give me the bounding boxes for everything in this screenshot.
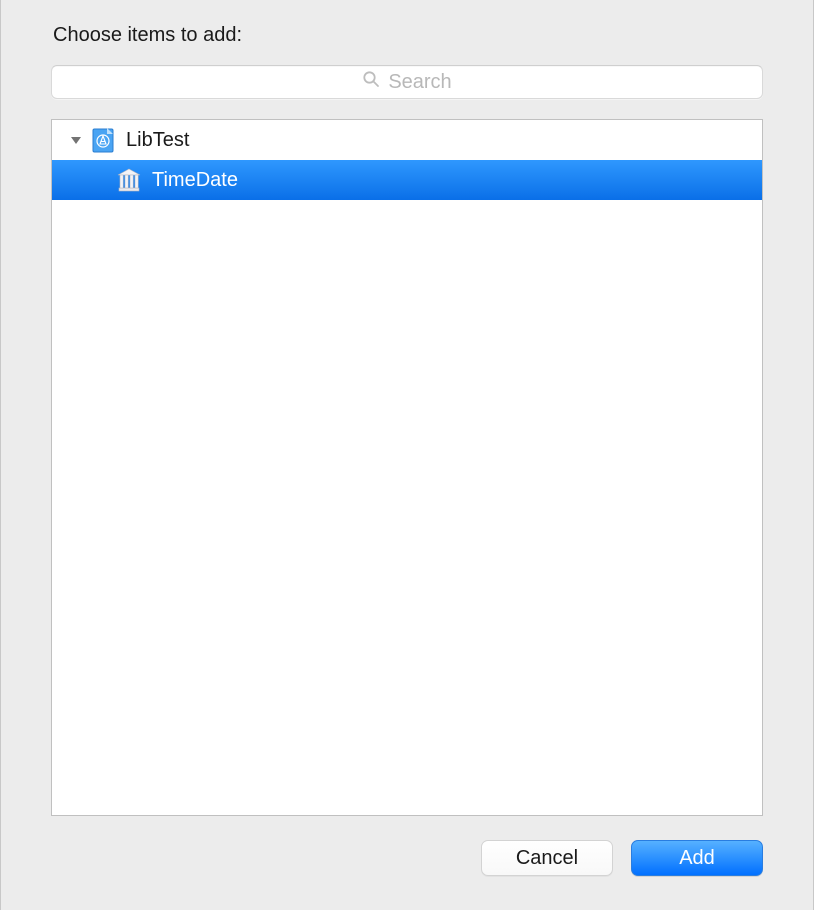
disclosure-triangle-icon[interactable]: [68, 132, 84, 148]
add-button[interactable]: Add: [631, 840, 763, 876]
choose-items-dialog: Choose items to add: Search: [0, 0, 814, 910]
tree-item-label: TimeDate: [152, 169, 238, 192]
tree-item-label: LibTest: [126, 129, 189, 152]
app-blueprint-icon: [90, 127, 116, 153]
cancel-button[interactable]: Cancel: [481, 840, 613, 876]
dialog-title: Choose items to add:: [53, 24, 763, 47]
tree-row-libtest[interactable]: LibTest: [52, 120, 762, 160]
dialog-button-bar: Cancel Add: [51, 816, 763, 880]
tree-row-timedate[interactable]: TimeDate: [52, 160, 762, 200]
library-building-icon: [116, 167, 142, 193]
items-tree[interactable]: LibTest TimeDate: [51, 119, 763, 816]
search-field-wrapper: Search: [51, 65, 763, 99]
search-input[interactable]: [51, 65, 763, 99]
